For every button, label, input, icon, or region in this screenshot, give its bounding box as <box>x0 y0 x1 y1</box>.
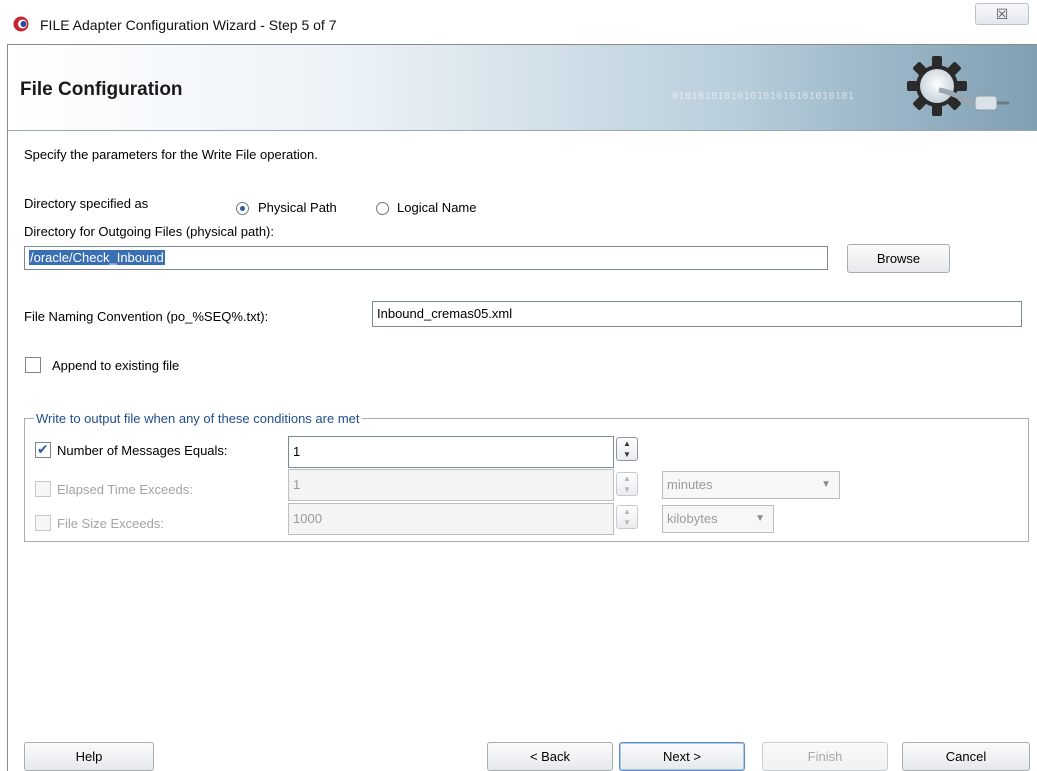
finish-button[interactable]: Finish <box>762 742 888 771</box>
outgoing-directory-input[interactable]: /oracle/Check_Inbound <box>24 246 828 270</box>
outgoing-directory-value: /oracle/Check_Inbound <box>29 250 165 265</box>
directory-specified-label: Directory specified as <box>24 196 149 211</box>
logical-name-radio[interactable] <box>376 202 389 215</box>
chevron-down-icon: ▼ <box>821 479 831 490</box>
oracle-app-icon <box>13 16 29 32</box>
append-label[interactable]: Append to existing file <box>52 358 179 373</box>
elapsed-input[interactable]: 1 <box>288 469 614 501</box>
physical-path-text: Physical Path <box>258 200 337 215</box>
elapsed-checkbox[interactable] <box>35 481 51 497</box>
spin-down-icon[interactable]: ▼ <box>617 449 637 460</box>
header-binary-decoration: 0101010101010101010101010101 <box>672 91 855 102</box>
gear-plug-icon <box>907 56 1009 116</box>
physical-path-label[interactable]: Physical Path <box>258 200 337 215</box>
elapsed-unit-value: minutes <box>667 477 713 492</box>
spin-down-icon[interactable]: ▼ <box>617 517 637 528</box>
messages-spinner[interactable]: ▲ ▼ <box>616 437 638 461</box>
close-button[interactable]: ☒ <box>975 3 1029 25</box>
conditions-legend: Write to output file when any of these c… <box>34 411 362 426</box>
spin-up-icon[interactable]: ▲ <box>617 506 637 517</box>
messages-checkbox[interactable] <box>35 441 51 458</box>
next-button[interactable]: Next > <box>619 742 745 771</box>
step-description: Specify the parameters for the Write Fil… <box>24 147 318 162</box>
elapsed-spinner[interactable]: ▲ ▼ <box>616 472 638 496</box>
window-title: FILE Adapter Configuration Wizard - Step… <box>40 17 337 33</box>
spin-up-icon[interactable]: ▲ <box>617 438 637 449</box>
filesize-label[interactable]: File Size Exceeds: <box>57 516 164 531</box>
elapsed-unit-dropdown[interactable]: minutes ▼ <box>662 471 840 499</box>
logical-name-text: Logical Name <box>397 200 477 215</box>
outgoing-directory-label: Directory for Outgoing Files (physical p… <box>24 224 274 239</box>
spin-up-icon[interactable]: ▲ <box>617 473 637 484</box>
chevron-down-icon: ▼ <box>755 513 765 524</box>
append-checkbox[interactable] <box>25 357 41 373</box>
filesize-checkbox[interactable] <box>35 515 51 531</box>
filesize-unit-dropdown[interactable]: kilobytes ▼ <box>662 505 774 533</box>
page-title: File Configuration <box>20 79 183 100</box>
filesize-input[interactable]: 1000 <box>288 503 614 535</box>
close-icon: ☒ <box>995 6 1009 22</box>
cancel-button[interactable]: Cancel <box>902 742 1030 771</box>
browse-button[interactable]: Browse <box>847 244 950 273</box>
messages-input[interactable]: 1 <box>288 436 614 468</box>
filesize-spinner[interactable]: ▲ ▼ <box>616 505 638 529</box>
logical-name-label[interactable]: Logical Name <box>397 200 477 215</box>
file-naming-label: File Naming Convention (po_%SEQ%.txt): <box>24 309 269 324</box>
physical-path-radio[interactable] <box>236 202 249 215</box>
messages-label[interactable]: Number of Messages Equals: <box>57 443 228 458</box>
back-button[interactable]: < Back <box>487 742 613 771</box>
spin-down-icon[interactable]: ▼ <box>617 484 637 495</box>
elapsed-label[interactable]: Elapsed Time Exceeds: <box>57 482 193 497</box>
help-button[interactable]: Help <box>24 742 154 771</box>
file-naming-input[interactable]: Inbound_cremas05.xml <box>372 301 1022 327</box>
filesize-unit-value: kilobytes <box>667 511 718 526</box>
